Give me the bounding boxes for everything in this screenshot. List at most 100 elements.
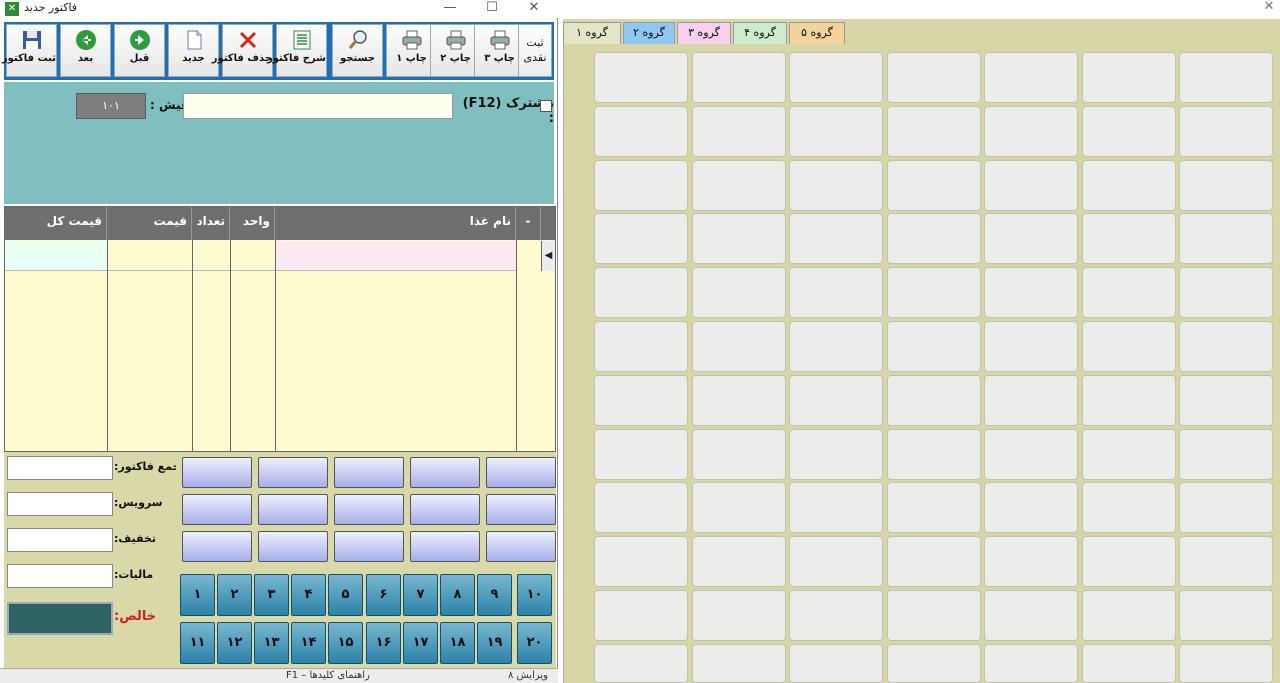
group-item-tile[interactable] xyxy=(594,52,688,103)
group-item-tile[interactable] xyxy=(1179,375,1273,426)
number-button-17[interactable]: ۱۷ xyxy=(403,622,438,664)
quick-item-button[interactable] xyxy=(334,531,404,562)
next-button[interactable]: بعد xyxy=(60,24,111,77)
group-item-tile[interactable] xyxy=(1179,590,1273,641)
quick-item-button[interactable] xyxy=(410,457,480,488)
group-item-tile[interactable] xyxy=(887,482,981,533)
number-button-7[interactable]: ۷ xyxy=(403,574,438,616)
fish-number-field[interactable]: ۱۰۱ xyxy=(76,93,146,119)
group-item-tile[interactable] xyxy=(984,375,1078,426)
group-item-tile[interactable] xyxy=(1179,536,1273,587)
group-item-tile[interactable] xyxy=(1082,429,1176,480)
tab-group-2[interactable]: گروه ۲ xyxy=(623,22,675,44)
group-item-tile[interactable] xyxy=(887,590,981,641)
group-item-tile[interactable] xyxy=(789,106,883,157)
group-item-tile[interactable] xyxy=(984,590,1078,641)
group-item-tile[interactable] xyxy=(1082,536,1176,587)
group-item-tile[interactable] xyxy=(594,160,688,211)
tab-group-1[interactable]: گروه ۱ xyxy=(563,22,621,44)
group-item-tile[interactable] xyxy=(692,644,786,683)
number-button-2[interactable]: ۲ xyxy=(217,574,252,616)
group-item-tile[interactable] xyxy=(789,482,883,533)
save-invoice-button[interactable]: ثبت فاکتور xyxy=(2,24,57,77)
invoice-items-grid[interactable]: قیمت کل قیمت تعداد واحد نام غذا - ◀ xyxy=(4,206,556,452)
customer-input[interactable] xyxy=(183,93,453,119)
group-item-tile[interactable] xyxy=(1179,106,1273,157)
group-item-tile[interactable] xyxy=(594,106,688,157)
group-item-tile[interactable] xyxy=(887,536,981,587)
group-item-tile[interactable] xyxy=(984,536,1078,587)
number-button-8[interactable]: ۸ xyxy=(440,574,475,616)
group-item-tile[interactable] xyxy=(692,429,786,480)
previous-button[interactable]: قبل xyxy=(114,24,165,77)
group-item-tile[interactable] xyxy=(594,429,688,480)
number-button-4[interactable]: ۴ xyxy=(291,574,326,616)
group-item-tile[interactable] xyxy=(594,482,688,533)
group-item-tile[interactable] xyxy=(1082,482,1176,533)
group-item-tile[interactable] xyxy=(984,52,1078,103)
group-item-tile[interactable] xyxy=(1179,321,1273,372)
group-item-tile[interactable] xyxy=(887,106,981,157)
quick-item-button[interactable] xyxy=(410,494,480,525)
invoice-total-field[interactable] xyxy=(7,456,113,480)
number-button-14[interactable]: ۱۴ xyxy=(291,622,326,664)
number-button-18[interactable]: ۱۸ xyxy=(440,622,475,664)
search-button[interactable]: جستجو xyxy=(332,24,383,77)
column-price[interactable]: قیمت xyxy=(107,207,192,240)
group-item-tile[interactable] xyxy=(984,321,1078,372)
group-item-tile[interactable] xyxy=(887,52,981,103)
group-item-tile[interactable] xyxy=(1082,321,1176,372)
group-item-tile[interactable] xyxy=(1179,160,1273,211)
customer-checkbox[interactable] xyxy=(540,100,552,112)
discount-field[interactable] xyxy=(7,528,113,552)
group-item-tile[interactable] xyxy=(1179,213,1273,264)
column-quantity[interactable]: تعداد xyxy=(192,207,230,240)
group-item-tile[interactable] xyxy=(789,429,883,480)
group-item-tile[interactable] xyxy=(789,213,883,264)
group-item-tile[interactable] xyxy=(887,644,981,683)
group-item-tile[interactable] xyxy=(789,644,883,683)
number-button-9[interactable]: ۹ xyxy=(477,574,512,616)
group-item-tile[interactable] xyxy=(594,213,688,264)
group-item-tile[interactable] xyxy=(594,536,688,587)
invoice-description-button[interactable]: شرح فاکتور xyxy=(267,24,327,77)
group-item-tile[interactable] xyxy=(692,482,786,533)
group-item-tile[interactable] xyxy=(1082,106,1176,157)
cash-register-button[interactable]: ثبت نقدی xyxy=(518,24,552,77)
quick-item-button[interactable] xyxy=(486,531,556,562)
group-item-tile[interactable] xyxy=(1082,590,1176,641)
group-item-tile[interactable] xyxy=(887,321,981,372)
tab-group-5[interactable]: گروه ۵ xyxy=(789,22,845,44)
column-unit[interactable]: واحد xyxy=(230,207,275,240)
quick-item-button[interactable] xyxy=(486,494,556,525)
group-item-tile[interactable] xyxy=(789,267,883,318)
group-item-tile[interactable] xyxy=(789,375,883,426)
quick-item-button[interactable] xyxy=(182,494,252,525)
group-item-tile[interactable] xyxy=(789,536,883,587)
number-button-3[interactable]: ۳ xyxy=(254,574,289,616)
group-item-tile[interactable] xyxy=(1082,52,1176,103)
group-item-tile[interactable] xyxy=(789,160,883,211)
group-item-tile[interactable] xyxy=(692,375,786,426)
quick-item-button[interactable] xyxy=(486,457,556,488)
service-field[interactable] xyxy=(7,492,113,516)
group-item-tile[interactable] xyxy=(1179,429,1273,480)
number-button-11[interactable]: ۱۱ xyxy=(180,622,215,664)
delete-invoice-button[interactable]: حذف فاکتور xyxy=(212,24,273,77)
group-item-tile[interactable] xyxy=(887,213,981,264)
quick-item-button[interactable] xyxy=(182,457,252,488)
number-button-16[interactable]: ۱۶ xyxy=(366,622,401,664)
group-item-tile[interactable] xyxy=(594,267,688,318)
quick-item-button[interactable] xyxy=(258,494,328,525)
group-item-tile[interactable] xyxy=(1082,375,1176,426)
number-button-6[interactable]: ۶ xyxy=(366,574,401,616)
group-item-tile[interactable] xyxy=(984,106,1078,157)
cell-food-name[interactable] xyxy=(275,241,516,271)
group-item-tile[interactable] xyxy=(887,160,981,211)
group-item-tile[interactable] xyxy=(692,321,786,372)
quick-item-button[interactable] xyxy=(334,457,404,488)
group-item-tile[interactable] xyxy=(789,321,883,372)
quick-item-button[interactable] xyxy=(410,531,480,562)
tax-field[interactable] xyxy=(7,564,113,588)
group-item-tile[interactable] xyxy=(692,52,786,103)
